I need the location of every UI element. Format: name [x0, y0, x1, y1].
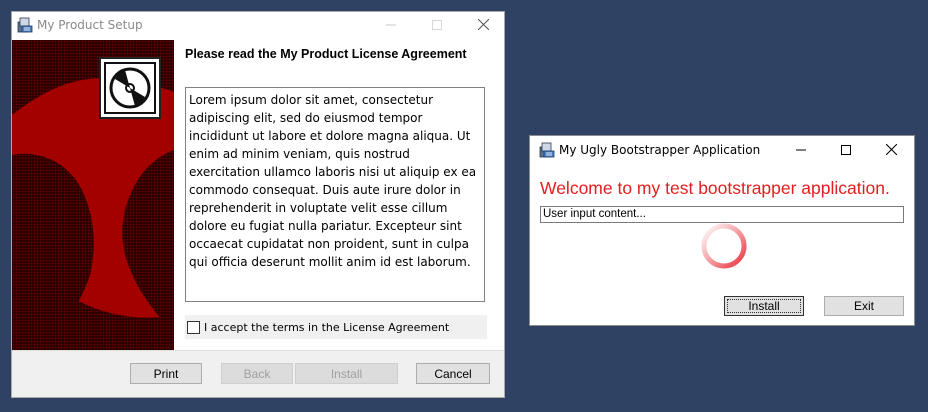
- user-input-field[interactable]: User input content...: [540, 206, 904, 223]
- close-button[interactable]: [868, 137, 914, 165]
- page-title: Please read the My Product License Agree…: [185, 47, 467, 61]
- close-icon: [885, 143, 897, 158]
- exit-button-label: Exit: [853, 299, 874, 313]
- cancel-button[interactable]: Cancel: [416, 363, 490, 384]
- install-button[interactable]: Install: [724, 296, 804, 316]
- accept-terms-label[interactable]: I accept the terms in the License Agreem…: [204, 321, 449, 334]
- maximize-button[interactable]: [414, 12, 460, 40]
- close-icon: [477, 18, 489, 33]
- minimize-icon: [796, 144, 806, 158]
- license-text-box[interactable]: Lorem ipsum dolor sit amet, consectetur …: [185, 87, 485, 302]
- exit-button[interactable]: Exit: [824, 296, 904, 316]
- installer-window: My Product Setup Please read the My Prod…: [11, 11, 505, 398]
- bootstrapper-titlebar[interactable]: My Ugly Bootstrapper Application: [530, 136, 914, 164]
- welcome-heading: Welcome to my test bootstrapper applicat…: [540, 178, 890, 198]
- maximize-icon: [432, 19, 442, 33]
- install-button[interactable]: Install: [295, 363, 398, 384]
- back-button[interactable]: Back: [221, 363, 293, 384]
- installer-app-icon: [539, 142, 555, 158]
- installer-banner: [12, 40, 174, 350]
- accept-terms-checkbox[interactable]: [187, 320, 200, 334]
- minimize-icon: [386, 19, 396, 33]
- accept-terms-row[interactable]: I accept the terms in the License Agreem…: [185, 315, 487, 339]
- installer-titlebar[interactable]: My Product Setup: [12, 12, 504, 40]
- minimize-button[interactable]: [368, 12, 414, 40]
- print-button-label: Print: [153, 366, 179, 381]
- maximize-icon: [841, 144, 851, 158]
- install-button-label: Install: [330, 366, 363, 381]
- bootstrapper-window: My Ugly Bootstrapper Application Welcome…: [529, 135, 915, 326]
- installer-app-icon: [17, 17, 33, 33]
- maximize-button[interactable]: [823, 137, 869, 165]
- print-button[interactable]: Print: [130, 363, 202, 384]
- back-button-label: Back: [243, 366, 271, 381]
- loading-spinner-icon: [700, 222, 748, 270]
- license-panel: Please read the My Product License Agree…: [174, 40, 504, 350]
- window-title: My Product Setup: [37, 18, 143, 32]
- minimize-button[interactable]: [778, 137, 824, 165]
- install-button-label: Install: [748, 299, 780, 313]
- button-bar-divider: [12, 350, 504, 351]
- window-title: My Ugly Bootstrapper Application: [559, 143, 761, 157]
- close-button[interactable]: [460, 12, 506, 40]
- license-text: Lorem ipsum dolor sit amet, consectetur …: [189, 93, 477, 269]
- disc-logo-icon: [103, 61, 157, 115]
- cancel-button-label: Cancel: [434, 366, 472, 381]
- user-input-value: User input content...: [543, 208, 646, 220]
